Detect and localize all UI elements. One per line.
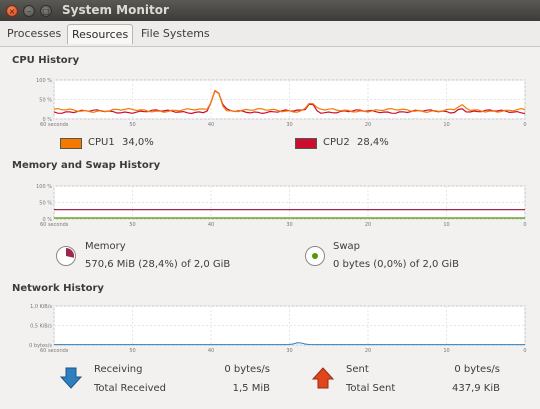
maximize-icon[interactable]: □ [40, 5, 52, 17]
tab-bar: Processes Resources File Systems [0, 21, 540, 47]
cpu-x-tick-label: 50 [129, 122, 135, 128]
swap-value: 0 bytes (0,0%) of 2,0 GiB [333, 259, 459, 270]
upload-arrow-icon [311, 367, 335, 393]
sent-value: 0 bytes/s [454, 364, 500, 375]
network-x-tick-label: 20 [365, 348, 371, 354]
cpu2-label: CPU2 [323, 137, 350, 148]
cpu-x-tick-label: 0 [523, 122, 526, 128]
cpu2-color-swatch[interactable] [295, 138, 317, 149]
swap-pie-icon[interactable] [305, 246, 325, 266]
cpu-x-tick-label: 40 [208, 122, 214, 128]
network-x-tick-label: 0 [523, 348, 526, 354]
minimize-icon[interactable]: – [23, 5, 35, 17]
sent-label: Sent [346, 364, 369, 375]
network-y-tick-label: 1,0 KiB/s [30, 304, 52, 310]
tab-processes[interactable]: Processes [3, 24, 65, 44]
memory-x-tick-label: 20 [365, 222, 371, 228]
close-icon[interactable]: × [6, 5, 18, 17]
swap-label: Swap [333, 241, 361, 252]
total-sent-label: Total Sent [346, 383, 396, 394]
memory-y-tick-label: 100 % [36, 184, 52, 190]
memory-x-tick-label: 50 [129, 222, 135, 228]
receiving-label: Receiving [94, 364, 143, 375]
cpu-x-tick-label: 20 [365, 122, 371, 128]
memory-pie-slice [66, 248, 75, 258]
network-x-tick-label: 60 seconds [40, 348, 69, 354]
cpu-y-tick-label: 50 % [39, 98, 52, 104]
title-bar: × – □ System Monitor [0, 0, 540, 21]
memory-label: Memory [85, 241, 126, 252]
cpu-y-tick-label: 100 % [36, 78, 52, 84]
download-arrow-icon [59, 367, 83, 393]
total-received-label: Total Received [94, 383, 167, 394]
total-received-value: 1,5 MiB [232, 383, 270, 394]
cpu1-color-swatch[interactable] [60, 138, 82, 149]
cpu-x-tick-label: 60 seconds [40, 122, 69, 128]
network-history-title: Network History [12, 283, 104, 294]
memory-history-title: Memory and Swap History [12, 160, 161, 171]
network-y-tick-label: 0,5 KiB/s [30, 324, 52, 330]
memory-x-tick-label: 60 seconds [40, 222, 69, 228]
cpu-x-tick-label: 10 [443, 122, 449, 128]
network-graph-svg: 1,0 KiB/s0,5 KiB/s0 bytes/s60 seconds 50 4… [29, 304, 526, 354]
memory-x-tick-label: 40 [208, 222, 214, 228]
network-graph: 1,0 KiB/s 0,5 KiB/s 0 bytes/s 60 seconds 50 4… [29, 304, 530, 356]
memory-y-tick-label: 50 % [39, 201, 52, 207]
memory-graph: 100 % 50 % 0 % 60 seconds 50 40 30 20 10 0 [36, 183, 530, 235]
cpu2-value: 28,4% [357, 137, 389, 148]
memory-graph-svg: 100 %50 %0 %60 seconds 50 40 30 20 10 0 [36, 184, 526, 228]
cpu-x-tick-label: 30 [286, 122, 292, 128]
memory-x-tick-label: 10 [443, 222, 449, 228]
receiving-value: 0 bytes/s [224, 364, 270, 375]
memory-x-tick-label: 30 [286, 222, 292, 228]
network-x-tick-label: 50 [129, 348, 135, 354]
memory-pie-icon[interactable] [56, 246, 76, 266]
memory-x-tick-label: 0 [523, 222, 526, 228]
cpu-history-title: CPU History [12, 55, 80, 66]
cpu-graph-svg: 100 %50 %0 %60 seconds 50 40 30 20 10 0 [36, 78, 526, 128]
tab-file-systems[interactable]: File Systems [137, 24, 214, 44]
network-x-tick-label: 30 [286, 348, 292, 354]
swap-pie-dot [312, 253, 318, 259]
memory-value: 570,6 MiB (28,4%) of 2,0 GiB [85, 259, 231, 270]
cpu1-label: CPU1 [88, 137, 115, 148]
total-sent-value: 437,9 KiB [451, 383, 500, 394]
network-x-tick-label: 40 [208, 348, 214, 354]
cpu-graph: 100 % 50 % 0 % 60 seconds 50 40 30 20 10 0 [36, 77, 530, 129]
network-x-tick-label: 10 [443, 348, 449, 354]
tab-resources[interactable]: Resources [67, 24, 134, 44]
cpu1-value: 34,0% [122, 137, 154, 148]
window-title: System Monitor [62, 3, 169, 17]
